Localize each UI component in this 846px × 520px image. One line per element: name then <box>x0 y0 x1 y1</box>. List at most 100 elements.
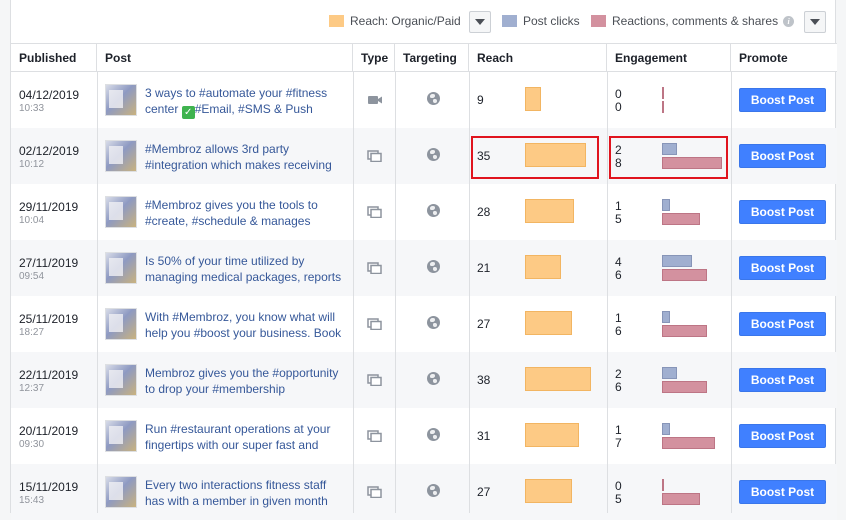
reach-bar[interactable] <box>525 367 591 391</box>
reactions-bar[interactable] <box>662 101 664 113</box>
reactions-bar[interactable] <box>662 493 700 505</box>
post-thumbnail[interactable] <box>105 364 137 396</box>
post-thumbnail[interactable] <box>105 476 137 508</box>
post-link[interactable]: #Membroz gives you the tools to #create,… <box>145 197 355 229</box>
post-line-1: 3 ways to #automate your #fitness <box>145 86 328 100</box>
col-type[interactable]: Type <box>353 44 395 72</box>
column-divider <box>607 72 608 513</box>
post-thumbnail[interactable] <box>105 196 137 228</box>
chevron-down-icon <box>475 19 485 25</box>
globe-icon <box>427 92 440 105</box>
published-time: 12:37 <box>19 383 45 394</box>
post-line-2: help you #boost your business. Book <box>145 326 342 340</box>
clicks-bar[interactable] <box>662 367 677 379</box>
published-cell: 27/11/2019 09:54 <box>11 240 97 296</box>
post-line-1: Run #restaurant operations at your <box>145 422 331 436</box>
clicks-bar[interactable] <box>662 423 670 435</box>
published-cell: 15/11/2019 15:43 <box>11 464 97 520</box>
reactions-value: 7 <box>615 436 622 450</box>
col-published[interactable]: Published <box>11 44 97 72</box>
post-thumbnail[interactable] <box>105 84 137 116</box>
globe-icon <box>427 428 440 441</box>
col-promote[interactable]: Promote <box>731 44 837 72</box>
published-time: 10:12 <box>19 159 45 170</box>
published-time: 10:33 <box>19 103 45 114</box>
post-link[interactable]: Is 50% of your time utilized by managing… <box>145 253 355 285</box>
clicks-bar[interactable] <box>662 479 664 491</box>
post-type-icon <box>367 486 382 498</box>
post-line-2: has with a member in given month <box>145 494 328 508</box>
col-reach[interactable]: Reach <box>469 44 607 72</box>
post-link[interactable]: Run #restaurant operations at your finge… <box>145 421 355 453</box>
clicks-value: 1 <box>615 311 622 325</box>
reach-swatch <box>329 15 344 27</box>
reactions-bar[interactable] <box>662 437 715 449</box>
published-date: 20/11/2019 <box>19 424 79 438</box>
globe-icon <box>427 484 440 497</box>
post-type-icon <box>367 206 382 218</box>
post-link[interactable]: 3 ways to #automate your #fitness center… <box>145 85 355 119</box>
column-divider <box>395 72 396 513</box>
reach-bar[interactable] <box>525 199 574 223</box>
published-date: 27/11/2019 <box>19 256 79 270</box>
reach-bar[interactable] <box>525 87 541 111</box>
table-row: 29/11/2019 10:04 #Membroz gives you the … <box>11 184 837 240</box>
post-thumbnail[interactable] <box>105 252 137 284</box>
reactions-bar[interactable] <box>662 269 707 281</box>
clicks-bar[interactable] <box>662 199 670 211</box>
reactions-value: 6 <box>615 380 622 394</box>
legend-clicks: Post clicks <box>502 14 580 28</box>
post-type-icon <box>367 318 382 330</box>
reactions-bar[interactable] <box>662 381 707 393</box>
post-line-1: With #Membroz, you know what will <box>145 310 336 324</box>
reach-value: 9 <box>477 93 484 107</box>
published-time: 10:04 <box>19 215 45 226</box>
legend-reactions-label: Reactions, comments & shares <box>612 14 779 28</box>
reactions-value: 5 <box>615 212 622 226</box>
col-engagement[interactable]: Engagement <box>607 44 731 72</box>
boost-post-button[interactable]: Boost Post <box>739 368 826 392</box>
reactions-value: 0 <box>615 100 622 114</box>
reach-bar[interactable] <box>525 311 572 335</box>
clicks-bar[interactable] <box>662 87 664 99</box>
post-link[interactable]: Membroz gives you the #opportunity to dr… <box>145 365 355 397</box>
boost-post-button[interactable]: Boost Post <box>739 200 826 224</box>
reach-dropdown-button[interactable] <box>469 11 491 33</box>
boost-post-button[interactable]: Boost Post <box>739 88 826 112</box>
reactions-bar[interactable] <box>662 325 707 337</box>
boost-post-button[interactable]: Boost Post <box>739 424 826 448</box>
post-type-icon <box>367 262 382 274</box>
post-thumbnail[interactable] <box>105 140 137 172</box>
published-time: 09:54 <box>19 271 45 282</box>
boost-post-button[interactable]: Boost Post <box>739 144 826 168</box>
reach-bar[interactable] <box>525 479 572 503</box>
post-link[interactable]: With #Membroz, you know what will help y… <box>145 309 355 341</box>
published-date: 02/12/2019 <box>19 144 80 158</box>
col-post[interactable]: Post <box>97 44 353 72</box>
reach-value: 21 <box>477 261 491 275</box>
clicks-bar[interactable] <box>662 255 692 267</box>
post-type-icon <box>368 96 382 104</box>
col-targeting[interactable]: Targeting <box>395 44 469 72</box>
post-thumbnail[interactable] <box>105 420 137 452</box>
post-link[interactable]: Every two interactions fitness staff has… <box>145 477 355 509</box>
reach-bar[interactable] <box>525 423 579 447</box>
info-icon[interactable]: i <box>783 15 795 27</box>
engagement-dropdown-button[interactable] <box>804 11 826 33</box>
clicks-value: 0 <box>615 87 622 101</box>
table-row: 04/12/2019 10:33 3 ways to #automate you… <box>11 72 837 128</box>
reach-bar[interactable] <box>525 255 561 279</box>
post-line-2: fingertips with our super fast and <box>145 438 319 452</box>
boost-post-button[interactable]: Boost Post <box>739 312 826 336</box>
post-thumbnail[interactable] <box>105 308 137 340</box>
boost-post-button[interactable]: Boost Post <box>739 256 826 280</box>
post-line-2: managing medical packages, reports <box>145 270 342 284</box>
table-row: 20/11/2019 09:30 Run #restaurant operati… <box>11 408 837 464</box>
clicks-value: 1 <box>615 423 622 437</box>
reactions-value: 5 <box>615 492 622 506</box>
post-link[interactable]: #Membroz allows 3rd party #integration w… <box>145 141 355 173</box>
clicks-bar[interactable] <box>662 311 670 323</box>
reactions-bar[interactable] <box>662 213 700 225</box>
legend-clicks-label: Post clicks <box>523 14 580 28</box>
boost-post-button[interactable]: Boost Post <box>739 480 826 504</box>
